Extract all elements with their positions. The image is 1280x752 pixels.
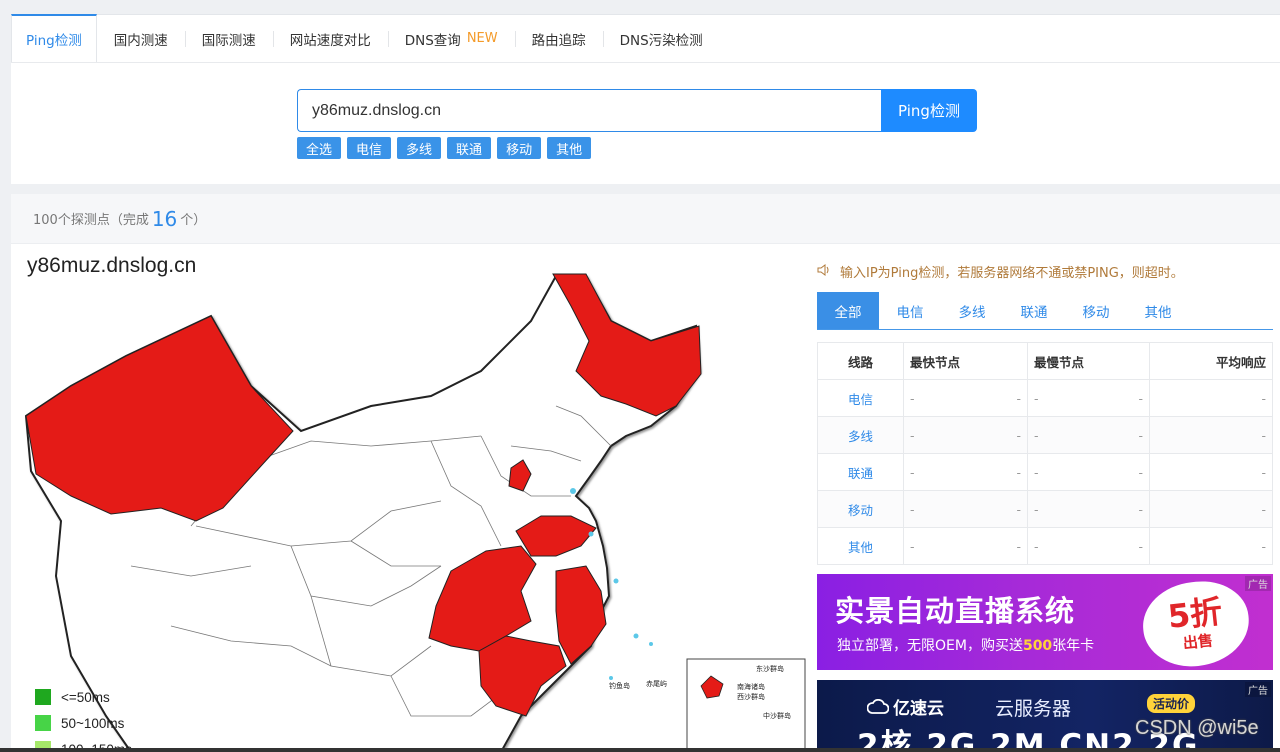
cloud-icon (867, 698, 889, 714)
yisu-logo: 亿速云 (867, 694, 944, 719)
tab-site-compare[interactable]: 网站速度对比 (272, 15, 388, 62)
completed-count: 16 (151, 206, 178, 231)
subtab-unicom[interactable]: 联通 (1003, 292, 1065, 329)
ping-notice: 输入IP为Ping检测，若服务器网络不通或禁PING，则超时。 (817, 262, 1184, 281)
table-row: 其他 -- -- - (817, 527, 1273, 565)
ad-subtitle: 独立部署，无限OEM，购买送500张年卡 (837, 638, 1095, 654)
filter-unicom[interactable]: 联通 (447, 137, 492, 159)
tab-international-speed[interactable]: 国际测速 (184, 15, 273, 62)
filter-select-all[interactable]: 全选 (297, 137, 342, 159)
ad-title: 实景自动直播系统 (835, 594, 1076, 628)
filter-other[interactable]: 其他 (547, 137, 592, 159)
tab-dns-query[interactable]: DNS查询 NEW (387, 15, 515, 62)
filter-mobile[interactable]: 移动 (497, 137, 542, 159)
average-cell: - (1149, 490, 1273, 528)
csdn-watermark: CSDN @wi5e (1135, 717, 1259, 739)
inset-label: 西沙群岛 (737, 692, 765, 701)
host-input[interactable] (297, 89, 881, 132)
line-cell[interactable]: 电信 (817, 379, 904, 417)
inset-label: 东沙群岛 (756, 664, 784, 673)
subtab-mobile[interactable]: 移动 (1065, 292, 1127, 329)
legend-swatch (35, 715, 51, 731)
tab-dns-pollution[interactable]: DNS污染检测 (602, 15, 720, 62)
activity-badge: 活动价 (1147, 694, 1196, 713)
result-line-tabs: 全部 电信 多线 联通 移动 其他 (817, 292, 1273, 330)
table-row: 联通 -- -- - (817, 453, 1273, 491)
map-title: y86muz.dnslog.cn (27, 254, 197, 277)
china-latency-map: 南海诸岛 西沙群岛 东沙群岛 中沙群岛 钓鱼岛 赤尾屿 (11, 246, 811, 752)
table-row: 移动 -- -- - (817, 490, 1273, 528)
fastest-cell: -- (903, 416, 1028, 454)
table-row: 多线 -- -- - (817, 416, 1273, 454)
ad-tag: 广告 (1245, 576, 1271, 591)
average-cell: - (1149, 453, 1273, 491)
map-svg: 南海诸岛 西沙群岛 东沙群岛 中沙群岛 钓鱼岛 赤尾屿 (24, 273, 806, 752)
line-cell[interactable]: 联通 (817, 453, 904, 491)
probe-progress: 100个探测点（完成 16 个） (11, 194, 1280, 244)
ad-title: 云服务器 (995, 698, 1072, 720)
tab-ping[interactable]: Ping检测 (11, 14, 97, 62)
slowest-cell: -- (1027, 416, 1150, 454)
speaker-icon (817, 263, 831, 280)
ad-tag: 广告 (1245, 682, 1271, 697)
line-cell[interactable]: 其他 (817, 527, 904, 565)
discount-badge: 5折 出售 (1138, 576, 1254, 670)
slowest-cell: -- (1027, 490, 1150, 528)
ad-cloud-server[interactable]: 亿速云 云服务器 活动价 2核 2G 2M CN2 2G 广告 (817, 680, 1273, 752)
fastest-cell: -- (903, 379, 1028, 417)
legend-swatch (35, 689, 51, 705)
inset-label: 南海诸岛 (737, 682, 765, 691)
ping-tool-panel: Ping检测 国内测速 国际测速 网站速度对比 DNS查询 NEW 路由追踪 DN… (11, 14, 1280, 184)
filter-telecom[interactable]: 电信 (347, 137, 392, 159)
line-summary-table: 线路 最快节点 最慢节点 平均响应 电信 -- -- - 多线 -- -- - … (817, 342, 1273, 565)
fastest-cell: -- (903, 527, 1028, 565)
col-line: 线路 (817, 342, 904, 380)
new-badge: NEW (466, 31, 498, 46)
slowest-cell: -- (1027, 527, 1150, 565)
legend-item: 50~100ms (35, 710, 132, 736)
tab-traceroute[interactable]: 路由追踪 (514, 15, 603, 62)
filter-multiline[interactable]: 多线 (397, 137, 442, 159)
window-bottom-edge (0, 748, 1280, 752)
south-china-sea-inset: 南海诸岛 西沙群岛 东沙群岛 中沙群岛 (686, 658, 806, 752)
subtab-all[interactable]: 全部 (817, 292, 879, 329)
tab-domestic-speed[interactable]: 国内测速 (97, 15, 185, 62)
ping-button[interactable]: Ping检测 (881, 89, 977, 132)
average-cell: - (1149, 379, 1273, 417)
fastest-cell: -- (903, 453, 1028, 491)
average-cell: - (1149, 416, 1273, 454)
subtab-multiline[interactable]: 多线 (941, 292, 1003, 329)
average-cell: - (1149, 527, 1273, 565)
inset-label: 中沙群岛 (763, 711, 791, 720)
diaoyu-label: 钓鱼岛 (609, 681, 630, 690)
fastest-cell: -- (903, 490, 1028, 528)
chiwei-label: 赤尾屿 (646, 679, 667, 688)
col-slowest: 最慢节点 (1027, 342, 1150, 380)
tool-tabs: Ping检测 国内测速 国际测速 网站速度对比 DNS查询 NEW 路由追踪 DN… (11, 14, 1280, 63)
result-panel: 100个探测点（完成 16 个） 南海诸岛 西沙群岛 东沙群岛 中沙群岛 钓鱼岛… (11, 194, 1280, 752)
col-average: 平均响应 (1149, 342, 1273, 380)
line-cell[interactable]: 移动 (817, 490, 904, 528)
line-cell[interactable]: 多线 (817, 416, 904, 454)
subtab-other[interactable]: 其他 (1127, 292, 1189, 329)
latency-legend: <=50ms 50~100ms 100~150ms (35, 684, 132, 752)
slowest-cell: -- (1027, 379, 1150, 417)
isp-filter-row: 全选 电信 多线 联通 移动 其他 (297, 137, 592, 159)
slowest-cell: -- (1027, 453, 1150, 491)
table-row: 电信 -- -- - (817, 379, 1273, 417)
subtab-telecom[interactable]: 电信 (879, 292, 941, 329)
ad-live-streaming[interactable]: 实景自动直播系统 独立部署，无限OEM，购买送500张年卡 5折 出售 广告 (817, 574, 1273, 670)
legend-item: <=50ms (35, 684, 132, 710)
col-fastest: 最快节点 (903, 342, 1028, 380)
search-row: Ping检测 (297, 89, 977, 132)
table-header-row: 线路 最快节点 最慢节点 平均响应 (817, 342, 1273, 380)
